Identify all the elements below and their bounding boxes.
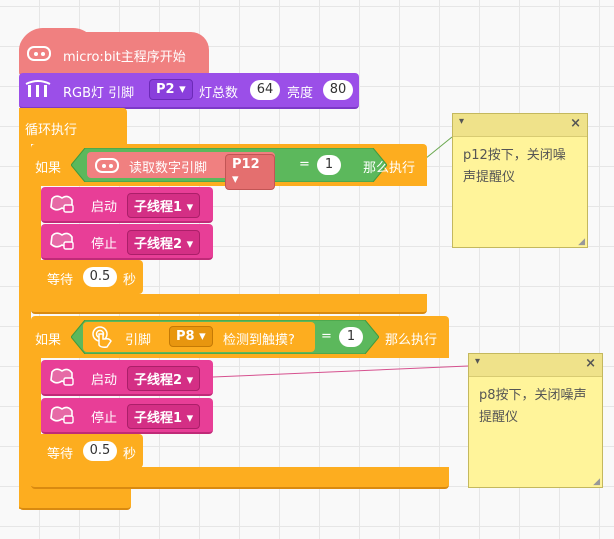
- rgb-led-icon: [25, 80, 51, 97]
- stop-2-label: 停止: [91, 411, 118, 426]
- rgb-count-label: 灯总数: [199, 86, 239, 101]
- microbit-icon: [27, 46, 51, 61]
- if-block-1-arm: [31, 186, 41, 296]
- read-digital-pin-block[interactable]: 读取数字引脚 P12 ▾: [87, 152, 275, 190]
- stop-2-thread-value: 子线程1: [134, 411, 183, 426]
- resize-icon[interactable]: ◢: [578, 237, 585, 247]
- note-close-icon[interactable]: ×: [570, 116, 581, 131]
- resize-icon[interactable]: ◢: [593, 477, 600, 487]
- loop-block-arm: [19, 144, 31, 509]
- stop-1-label: 停止: [91, 237, 118, 252]
- if-1-eq: =: [299, 157, 310, 172]
- note-2-text[interactable]: p8按下，关闭噪声提醒仪: [469, 377, 602, 437]
- touch-pin-dropdown[interactable]: P8 ▾: [169, 326, 213, 347]
- comment-note-2[interactable]: ▾ × p8按下，关闭噪声提醒仪 ◢: [468, 353, 603, 488]
- touch-icon: [92, 326, 112, 348]
- rgb-label: RGB灯 引脚: [63, 86, 135, 101]
- start-thread-block-1[interactable]: 启动 子线程1 ▾: [41, 187, 213, 223]
- start-thread-block-2[interactable]: 启动 子线程2 ▾: [41, 360, 213, 396]
- note-1-text[interactable]: p12按下，关闭噪声提醒仪: [453, 137, 587, 197]
- thread-stop-icon: [50, 406, 74, 424]
- note-collapse-icon[interactable]: ▾: [459, 116, 464, 127]
- if-block-2-arm: [31, 358, 41, 470]
- if-block-2-header[interactable]: 如果 引脚 P8 ▾ 检测到触摸? = 1 那么执行: [31, 316, 449, 358]
- stop-thread-block-1[interactable]: 停止 子线程2 ▾: [41, 224, 213, 260]
- wait-1-unit: 秒: [123, 273, 137, 288]
- thread-stop-icon: [50, 232, 74, 250]
- hat-label: micro:bit主程序开始: [63, 50, 186, 65]
- touch-pin-label: 引脚: [125, 333, 152, 348]
- wait-2-unit: 秒: [123, 447, 137, 462]
- wait-2-label: 等待: [47, 447, 74, 462]
- start-1-thread-dropdown[interactable]: 子线程1 ▾: [127, 193, 201, 218]
- rgb-brightness-label: 亮度: [287, 86, 314, 101]
- wait-block-1[interactable]: 等待 0.5 秒: [41, 260, 143, 294]
- start-2-thread-dropdown[interactable]: 子线程2 ▾: [127, 366, 201, 391]
- start-2-label: 启动: [91, 373, 118, 388]
- note-1-header[interactable]: ▾ ×: [453, 114, 587, 137]
- start-1-label: 启动: [91, 200, 118, 215]
- stop-thread-block-2[interactable]: 停止 子线程1 ▾: [41, 398, 213, 434]
- rgb-pin-value: P2: [156, 82, 175, 97]
- start-1-thread-value: 子线程1: [134, 200, 183, 215]
- touch-pin-block[interactable]: 引脚 P8 ▾ 检测到触摸?: [83, 322, 315, 352]
- note-close-icon[interactable]: ×: [585, 356, 596, 371]
- read-pin-value: P12: [232, 157, 260, 172]
- read-pin-label: 读取数字引脚: [129, 161, 208, 176]
- note-collapse-icon[interactable]: ▾: [475, 356, 480, 367]
- if-2-eq: =: [321, 329, 332, 344]
- wait-2-input[interactable]: 0.5: [83, 441, 117, 461]
- rgb-pin-dropdown[interactable]: P2 ▾: [149, 79, 193, 100]
- thread-start-icon: [50, 368, 74, 386]
- stop-1-thread-value: 子线程2: [134, 237, 183, 252]
- stop-2-thread-dropdown[interactable]: 子线程1 ▾: [127, 404, 201, 429]
- rgb-count-input[interactable]: 64: [250, 80, 280, 100]
- loop-label: 循环执行: [25, 123, 78, 138]
- if-2-value-input[interactable]: 1: [339, 327, 363, 347]
- touch-detect-label: 检测到触摸?: [223, 333, 295, 348]
- read-pin-dropdown[interactable]: P12 ▾: [225, 154, 275, 190]
- start-2-thread-value: 子线程2: [134, 373, 183, 388]
- if-block-1-bottom: [31, 294, 427, 314]
- rgb-led-block[interactable]: RGB灯 引脚 P2 ▾ 灯总数 64 亮度 80: [19, 73, 359, 109]
- if-1-label: 如果: [35, 161, 62, 176]
- note-2-header[interactable]: ▾ ×: [469, 354, 602, 377]
- microbit-icon: [95, 158, 119, 173]
- wait-1-input[interactable]: 0.5: [83, 267, 117, 287]
- loop-block-top[interactable]: 循环执行: [19, 108, 127, 144]
- rgb-brightness-input[interactable]: 80: [323, 80, 353, 100]
- wait-1-label: 等待: [47, 273, 74, 288]
- loop-block-bottom: [19, 486, 131, 510]
- if-block-1-header[interactable]: 如果 读取数字引脚 P12 ▾ = 1 那么执行: [31, 144, 427, 190]
- thread-start-icon: [50, 195, 74, 213]
- touch-pin-value: P8: [176, 329, 195, 344]
- comment-note-1[interactable]: ▾ × p12按下，关闭噪声提醒仪 ◢: [452, 113, 588, 248]
- if-block-2-bottom: [31, 467, 449, 489]
- if-1-then-label: 那么执行: [363, 161, 416, 176]
- wait-block-2[interactable]: 等待 0.5 秒: [41, 434, 143, 468]
- hat-block[interactable]: micro:bit主程序开始: [19, 32, 209, 76]
- if-1-value-input[interactable]: 1: [317, 155, 341, 175]
- if-2-label: 如果: [35, 333, 62, 348]
- if-2-then-label: 那么执行: [385, 333, 438, 348]
- stop-1-thread-dropdown[interactable]: 子线程2 ▾: [127, 230, 201, 255]
